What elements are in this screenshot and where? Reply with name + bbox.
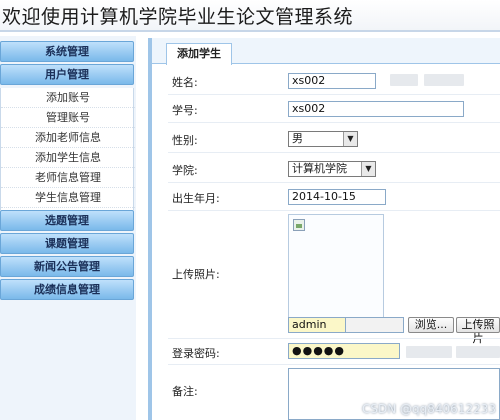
- row-divider: [168, 152, 500, 153]
- row-divider: [168, 94, 500, 95]
- upload-photo-button[interactable]: 上传照片: [456, 317, 500, 345]
- app-title: 欢迎使用计算机学院毕业生论文管理系统: [2, 6, 354, 28]
- menu-user-management[interactable]: 用户管理: [0, 64, 134, 85]
- tab-add-student[interactable]: 添加学生: [166, 43, 232, 65]
- student-id-label: 学号:: [172, 104, 198, 117]
- row-divider: [168, 338, 500, 339]
- menu-news-management[interactable]: 新闻公告管理: [0, 256, 134, 277]
- student-id-input[interactable]: xs002: [288, 101, 464, 117]
- college-select[interactable]: 计算机学院 ▼: [288, 161, 376, 177]
- user-management-submenu: 添加账号 管理账号 添加老师信息 添加学生信息 老师信息管理 学生信息管理: [0, 88, 135, 210]
- submenu-teacher-info[interactable]: 老师信息管理: [1, 168, 135, 188]
- submenu-add-student[interactable]: 添加学生信息: [1, 148, 135, 168]
- image-icon: [293, 219, 305, 231]
- redacted-text: [406, 346, 452, 358]
- chevron-down-icon: ▼: [343, 132, 357, 146]
- app-header: 欢迎使用计算机学院毕业生论文管理系统: [0, 0, 500, 32]
- submenu-manage-accounts[interactable]: 管理账号: [1, 108, 135, 128]
- submenu-student-info[interactable]: 学生信息管理: [1, 188, 135, 208]
- gender-select-value: 男: [292, 132, 303, 145]
- tab-strip: 添加学生: [152, 38, 500, 65]
- chevron-down-icon: ▼: [361, 162, 375, 176]
- redacted-text: [390, 74, 418, 86]
- redacted-text: [456, 346, 500, 358]
- college-label: 学院:: [172, 164, 198, 177]
- gender-select[interactable]: 男 ▼: [288, 131, 358, 147]
- password-input[interactable]: ●●●●●: [288, 343, 400, 359]
- main-panel: 添加学生 姓名: xs002 学号: xs002 性别: 男 ▼ 学院: 计算机…: [148, 38, 500, 420]
- name-label: 姓名:: [172, 76, 198, 89]
- row-divider: [168, 364, 500, 365]
- row-divider: [168, 210, 500, 211]
- menu-subject-management[interactable]: 课题管理: [0, 233, 134, 254]
- submenu-add-teacher[interactable]: 添加老师信息: [1, 128, 135, 148]
- birth-label: 出生年月:: [172, 192, 220, 205]
- watermark: CSDN @qq840612233: [362, 402, 496, 416]
- photo-preview: [288, 214, 384, 318]
- row-divider: [168, 122, 500, 123]
- password-label: 登录密码:: [172, 347, 220, 360]
- photo-file-input[interactable]: admin: [288, 317, 346, 333]
- sidebar: 系统管理 用户管理 添加账号 管理账号 添加老师信息 添加学生信息 老师信息管理…: [0, 36, 136, 420]
- redacted-text: [424, 74, 464, 86]
- name-input[interactable]: xs002: [288, 73, 376, 89]
- college-select-value: 计算机学院: [292, 162, 347, 175]
- menu-system-management[interactable]: 系统管理: [0, 41, 134, 62]
- photo-file-path[interactable]: [346, 317, 404, 333]
- row-divider: [168, 182, 500, 183]
- birth-date-input[interactable]: 2014-10-15: [288, 189, 386, 205]
- submenu-add-account[interactable]: 添加账号: [1, 88, 135, 108]
- header-divider: [0, 30, 500, 32]
- menu-grades-management[interactable]: 成绩信息管理: [0, 279, 134, 300]
- menu-topic-selection[interactable]: 选题管理: [0, 210, 134, 231]
- notes-label: 备注:: [172, 385, 198, 398]
- gender-label: 性别:: [172, 134, 198, 147]
- browse-button[interactable]: 浏览...: [408, 317, 454, 333]
- photo-label: 上传照片:: [172, 268, 220, 281]
